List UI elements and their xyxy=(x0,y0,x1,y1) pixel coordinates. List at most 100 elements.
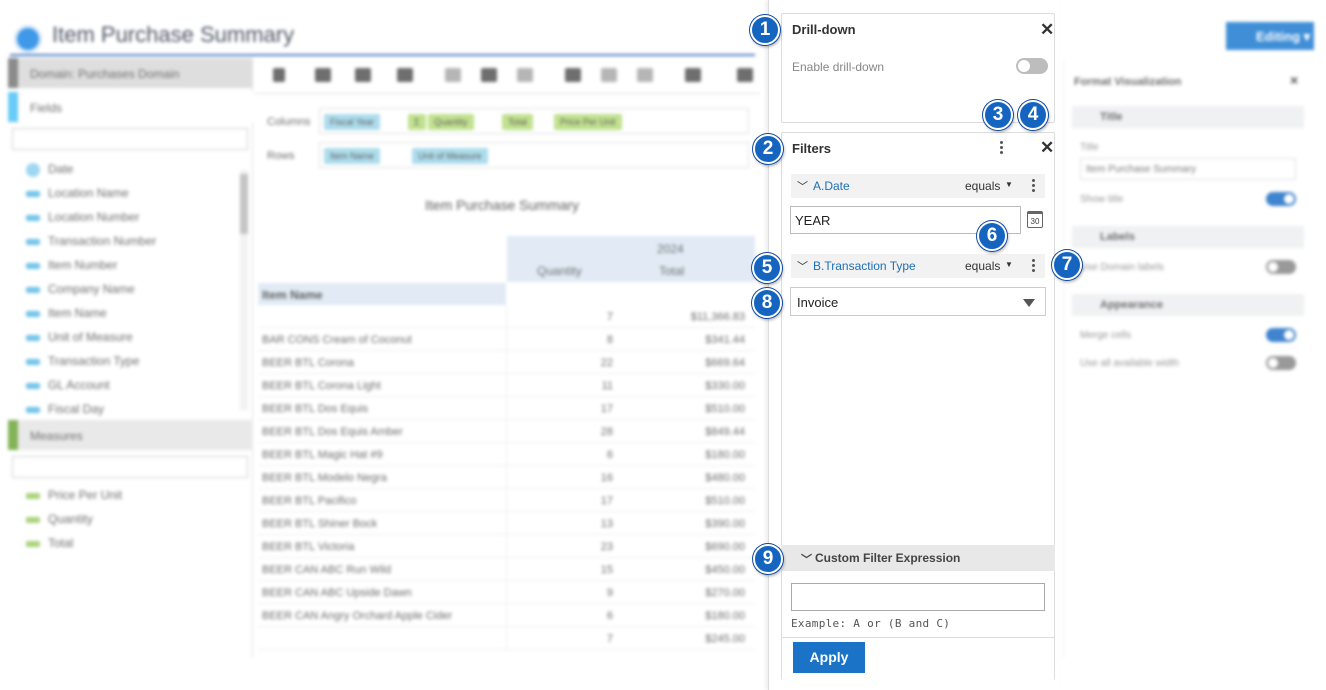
text-field-icon xyxy=(26,334,40,341)
labels-section[interactable]: Labels xyxy=(1072,226,1304,248)
undo-icon[interactable] xyxy=(445,68,461,82)
drilldown-close-icon[interactable]: ✕ xyxy=(1040,21,1054,38)
redo-icon[interactable] xyxy=(481,68,497,82)
measures-header[interactable]: Measures xyxy=(8,420,253,450)
measure-item[interactable]: Price Per Unit xyxy=(26,488,122,502)
filter-b-menu-icon[interactable] xyxy=(1032,259,1036,275)
filter-b-operator[interactable]: equals xyxy=(965,259,1000,273)
domain-header[interactable]: Domain: Purchases Domain xyxy=(8,58,253,88)
column-chip[interactable]: Σ xyxy=(408,114,426,130)
table-row[interactable]: BEER BTL Dos Equis Amber 28 $849.44 xyxy=(258,421,755,443)
filter-a-menu-icon[interactable] xyxy=(1032,179,1036,195)
domain-labels-toggle[interactable] xyxy=(1266,260,1296,274)
filter-a-name[interactable]: A.Date xyxy=(813,179,850,193)
caret-down-icon[interactable]: ▼ xyxy=(1005,180,1013,189)
field-item[interactable]: Transaction Type xyxy=(26,354,139,368)
table-row[interactable]: BEER BTL Modelo Negra 16 $480.00 xyxy=(258,467,755,489)
field-item[interactable]: Location Number xyxy=(26,210,139,224)
field-label: Transaction Number xyxy=(48,234,157,248)
column-chip[interactable]: Quantity xyxy=(428,114,474,130)
quantity-cell: 17 xyxy=(600,403,613,415)
calendar-icon[interactable]: 30 xyxy=(1027,211,1043,228)
measure-item[interactable]: Quantity xyxy=(26,512,93,526)
enable-drilldown-toggle[interactable] xyxy=(1016,58,1048,74)
field-item[interactable]: Item Number xyxy=(26,258,117,272)
table-row[interactable]: BEER CAN ABC Upside Dawn 9 $270.00 xyxy=(258,582,755,604)
field-label: GL Account xyxy=(48,378,110,392)
appearance-section[interactable]: Appearance xyxy=(1072,294,1304,316)
use-width-toggle[interactable] xyxy=(1266,356,1296,370)
table-row[interactable]: BEER BTL Dos Equis 17 $510.00 xyxy=(258,398,755,420)
table-row[interactable]: BEER CAN Angry Orchard Apple Cider 6 $180.… xyxy=(258,605,755,627)
row-name-cell: BEER BTL Magic Hat #9 xyxy=(262,449,383,461)
merge-cells-toggle[interactable] xyxy=(1266,328,1296,342)
show-title-toggle[interactable] xyxy=(1266,192,1296,206)
editing-button[interactable]: Editing ▾ xyxy=(1226,22,1314,50)
cell-divider xyxy=(506,467,507,489)
measures-search-input[interactable] xyxy=(12,456,248,478)
layout-icon[interactable] xyxy=(601,68,617,82)
table-icon[interactable] xyxy=(637,68,653,82)
table-row[interactable]: BEER BTL Shiner Bock 13 $390.00 xyxy=(258,513,755,535)
caret-down-icon[interactable]: ▼ xyxy=(1005,260,1013,269)
filter-b-name[interactable]: B.Transaction Type xyxy=(813,259,916,273)
filters-menu-icon[interactable] xyxy=(1000,141,1004,157)
custom-filter-expression-input[interactable] xyxy=(791,583,1045,611)
table-row[interactable]: BEER BTL Corona 22 $669.64 xyxy=(258,352,755,374)
filter-panel: Drill-down ✕ Enable drill-down Filters ✕… xyxy=(768,0,1058,690)
code-icon[interactable] xyxy=(397,68,413,82)
table-row[interactable]: BEER CAN ABC Run Wild 15 $450.00 xyxy=(258,559,755,581)
row-chip[interactable]: Unit of Measure xyxy=(412,148,488,164)
quantity-header[interactable]: Quantity xyxy=(537,264,582,278)
table-row[interactable]: BAR CONS Cream of Coconut 8 $341.44 xyxy=(258,329,755,351)
custom-filter-expression-header[interactable]: ﹀ Custom Filter Expression xyxy=(781,545,1055,571)
save-icon[interactable] xyxy=(315,68,331,82)
fields-header[interactable]: Fields xyxy=(8,92,253,122)
row-name-cell: BEER BTL Dos Equis Amber xyxy=(262,426,403,438)
table-row[interactable]: BEER BTL Pacifico 17 $510.00 xyxy=(258,490,755,512)
table-row[interactable]: BEER BTL Magic Hat #9 6 $180.00 xyxy=(258,444,755,466)
measure-item[interactable]: Total xyxy=(26,536,73,550)
row-header[interactable]: Item Name xyxy=(258,283,506,305)
fields-search-input[interactable] xyxy=(12,128,248,150)
format-close-icon[interactable]: × xyxy=(1290,72,1298,88)
table-row[interactable]: BEER BTL Corona Light 11 $330.00 xyxy=(258,375,755,397)
filter-row-a[interactable]: ﹀ A.Date equals ▼ xyxy=(791,174,1045,198)
table-row[interactable]: BEER BTL Victoria 23 $690.00 xyxy=(258,536,755,558)
columns-shelf[interactable]: Fiscal Year Σ Quantity Total Price Per U… xyxy=(319,108,749,134)
field-item[interactable]: Location Name xyxy=(26,186,129,200)
close-icon[interactable] xyxy=(273,68,285,82)
column-chip[interactable]: Total xyxy=(502,114,534,130)
row-chip[interactable]: Item Name xyxy=(324,148,381,164)
chevron-down-icon[interactable]: ﹀ xyxy=(797,178,808,194)
field-item[interactable]: Item Name xyxy=(26,306,107,320)
filter-b-value-select[interactable]: Invoice xyxy=(790,287,1046,316)
copy-icon[interactable] xyxy=(565,68,581,82)
total-header[interactable]: Total xyxy=(659,264,684,278)
title-field[interactable]: Item Purchase Summary xyxy=(1080,158,1296,180)
chevron-down-icon[interactable]: ﹀ xyxy=(797,258,808,274)
total-cell: $450.00 xyxy=(705,564,745,576)
custom-filter-example: Example: A or (B and C) xyxy=(791,617,951,630)
field-item[interactable]: Transaction Number xyxy=(26,234,156,248)
filter-row-b[interactable]: ﹀ B.Transaction Type equals ▼ xyxy=(791,254,1045,278)
field-item[interactable]: Company Name xyxy=(26,282,135,296)
apply-button[interactable]: Apply xyxy=(793,642,865,673)
field-item[interactable]: Date xyxy=(26,162,73,177)
field-item[interactable]: GL Account xyxy=(26,378,110,392)
export-icon[interactable] xyxy=(355,68,371,82)
refresh-icon[interactable] xyxy=(517,68,533,82)
column-chip[interactable]: Fiscal Year xyxy=(324,114,381,130)
chart-icon[interactable] xyxy=(737,68,753,82)
title-section[interactable]: Title xyxy=(1072,106,1304,128)
field-item[interactable]: Unit of Measure xyxy=(26,330,133,344)
filters-close-icon[interactable]: ✕ xyxy=(1040,139,1054,156)
fields-scrollbar[interactable] xyxy=(240,170,248,410)
table-row[interactable]: 7 $11,366.83 xyxy=(258,306,755,328)
settings-icon[interactable] xyxy=(685,68,701,82)
table-row[interactable]: 7 $245.00 xyxy=(258,628,755,650)
column-chip[interactable]: Price Per Unit xyxy=(554,114,622,130)
filter-a-operator[interactable]: equals xyxy=(965,179,1000,193)
field-item[interactable]: Fiscal Day xyxy=(26,402,104,416)
rows-shelf[interactable]: Item Name Unit of Measure xyxy=(319,142,749,168)
